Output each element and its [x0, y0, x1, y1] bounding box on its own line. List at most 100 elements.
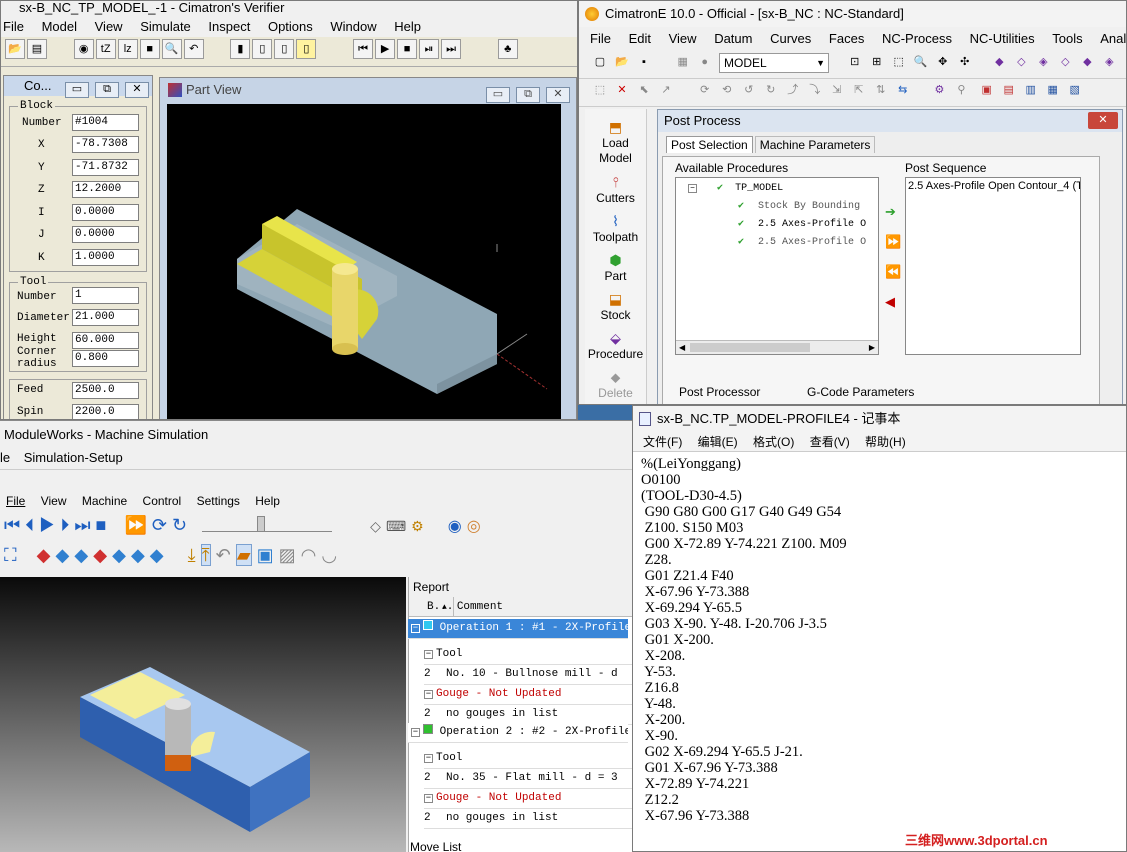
fit-view-icon[interactable]: ⛶: [4, 545, 17, 565]
load-model-button[interactable]: ⬒ Load Model: [585, 119, 646, 166]
tz-icon[interactable]: tZ: [95, 39, 116, 59]
add-all-arrow-icon[interactable]: ⏩: [885, 227, 901, 257]
stop-icon[interactable]: ■: [397, 39, 418, 59]
cimatron-menu-analyze[interactable]: Analyze: [1100, 31, 1126, 46]
report-row-gouge-value[interactable]: 2 no gouges in list: [424, 705, 632, 725]
face-tool-9-icon[interactable]: ⇅: [871, 81, 891, 101]
report-row-gouge[interactable]: − Gouge - Not Updated: [424, 685, 632, 705]
post-process-close-button[interactable]: ✕: [1088, 112, 1118, 129]
face-tool-2-icon[interactable]: ⟲: [717, 81, 737, 101]
speed-slider[interactable]: [202, 516, 333, 533]
go-end-icon[interactable]: ⏭: [74, 515, 90, 535]
cube-right-icon[interactable]: ◆: [150, 545, 164, 565]
settings-icon[interactable]: ⚙: [411, 518, 424, 534]
tree-item[interactable]: ✔ 2.5 Axes-Profile O: [738, 218, 866, 230]
collapse-icon[interactable]: −: [411, 728, 420, 737]
select-icon[interactable]: ⬚: [590, 81, 610, 101]
face-tool-10-icon[interactable]: ⇆: [893, 81, 913, 101]
menu-simulation-setup[interactable]: Simulation-Setup: [24, 450, 123, 465]
procedures-tree[interactable]: − ✔ TP_MODEL ✔ Stock By Bounding ✔ 2.5 A…: [675, 177, 879, 355]
part-view-close-button[interactable]: ✕: [546, 87, 570, 103]
minimize-button[interactable]: ▭: [65, 82, 89, 98]
y-field[interactable]: -71.8732: [72, 159, 139, 176]
verifier-menu-help[interactable]: Help: [394, 19, 421, 34]
delete-button[interactable]: ⬥ Delete: [585, 369, 646, 400]
j-field[interactable]: 0.0000: [72, 226, 139, 243]
col-b-header[interactable]: B...: [409, 597, 454, 617]
view-iso-icon[interactable]: ◆: [989, 53, 1009, 73]
verifier-menu-simulate[interactable]: Simulate: [140, 19, 191, 34]
mw-menu-file[interactable]: File: [6, 494, 25, 508]
cimatron-menu-datum[interactable]: Datum: [714, 31, 752, 46]
height-field[interactable]: 60.000: [72, 332, 139, 349]
zoom-box-icon[interactable]: ⬚: [889, 53, 909, 73]
sort-up-icon[interactable]: ▲: [442, 603, 447, 612]
face-tool-4-icon[interactable]: ↻: [761, 81, 781, 101]
verifier-titlebar[interactable]: sx-B_NC_TP_MODEL_-1 - Cimatron's Verifie…: [1, 1, 577, 17]
cimatron-titlebar[interactable]: CimatronE 10.0 - Official - [sx-B_NC : N…: [579, 1, 1126, 27]
report-row-tool[interactable]: − Tool: [424, 645, 632, 665]
stock-view-icon[interactable]: ◎: [467, 518, 481, 535]
verifier-menu-file[interactable]: File: [3, 19, 24, 34]
magnify-icon[interactable]: 🔍: [911, 53, 931, 73]
sequence-item[interactable]: 2.5 Axes-Profile Open Contour_4 (TP: [906, 178, 1080, 194]
new-icon[interactable]: ▢: [590, 53, 610, 73]
face-tool-8-icon[interactable]: ⇱: [849, 81, 869, 101]
i-field[interactable]: 0.0000: [72, 204, 139, 221]
number-field[interactable]: #1004: [72, 114, 139, 131]
verifier-menu-inspect[interactable]: Inspect: [208, 19, 250, 34]
tool-select-icon[interactable]: ⤒: [200, 544, 211, 566]
fast-icon[interactable]: ⏩: [124, 515, 146, 535]
cimatron-menu-edit[interactable]: Edit: [629, 31, 651, 46]
collapse-icon[interactable]: −: [411, 624, 420, 633]
scroll-left-icon[interactable]: ◀: [679, 343, 685, 352]
undo-icon[interactable]: ↶: [216, 545, 231, 565]
corner-field[interactable]: 0.800: [72, 350, 139, 367]
zoom-all-icon[interactable]: ⊡: [845, 53, 865, 73]
tool-number-field[interactable]: 1: [72, 287, 139, 304]
report-row-op1[interactable]: − Operation 1 : #1 - 2X-Profile_3: [408, 619, 628, 639]
cimatron-menu-faces[interactable]: Faces: [829, 31, 864, 46]
cube-red-icon[interactable]: ◆: [37, 545, 51, 565]
mw-stop-icon[interactable]: ■: [96, 515, 107, 535]
shape2-icon[interactable]: ◡: [321, 545, 337, 565]
cube-front-icon[interactable]: ◆: [74, 545, 88, 565]
cylinder-icon[interactable]: ▯: [252, 39, 273, 59]
zoom-window-icon[interactable]: ⊞: [867, 53, 887, 73]
moduleworks-titlebar[interactable]: ModuleWorks - Machine Simulation: [0, 420, 632, 448]
tree-item[interactable]: ✔ 2.5 Axes-Profile O: [738, 236, 866, 248]
mw-menu-view[interactable]: View: [41, 494, 67, 508]
verifier-menu-model[interactable]: Model: [42, 19, 77, 34]
cimatron-menu-tools[interactable]: Tools: [1052, 31, 1082, 46]
tool-holder-icon[interactable]: ▮: [230, 39, 251, 59]
nc-tool-6-icon[interactable]: ▦: [1043, 81, 1063, 101]
part-view-restore-button[interactable]: ⧉: [516, 87, 540, 103]
machine-display-icon[interactable]: ▨: [279, 545, 296, 565]
rewind-icon[interactable]: ⏮: [353, 39, 374, 59]
face-tool-7-icon[interactable]: ⇲: [827, 81, 847, 101]
part-view-canvas[interactable]: [167, 104, 561, 419]
k-field[interactable]: 1.0000: [72, 249, 139, 266]
face-tool-5-icon[interactable]: ⤴: [783, 81, 803, 101]
z-field[interactable]: 12.2000: [72, 181, 139, 198]
nc-tool-3-icon[interactable]: ▣: [977, 81, 997, 101]
rotate-icon[interactable]: ✣: [955, 53, 975, 73]
nc-tool-2-icon[interactable]: ⚲: [951, 81, 971, 101]
nc-tool-1-icon[interactable]: ⚙: [929, 81, 949, 101]
notepad-menu-format[interactable]: 格式(O): [753, 435, 794, 449]
view-right-icon[interactable]: ◇: [1055, 53, 1075, 73]
report-row-tool-value[interactable]: 2 No. 35 - Flat mill - d = 3: [424, 769, 632, 789]
cimatron-menu-file[interactable]: File: [590, 31, 611, 46]
loop-icon[interactable]: ↻: [172, 515, 187, 535]
mw-menu-machine[interactable]: Machine: [82, 494, 127, 508]
face-tool-1-icon[interactable]: ⟳: [695, 81, 715, 101]
notepad-menu-edit[interactable]: 编辑(E): [698, 435, 738, 449]
tree-root[interactable]: − ✔ TP_MODEL: [688, 182, 783, 194]
toolpath-button[interactable]: ⌇ Toolpath: [585, 213, 646, 244]
report-row-gouge-value[interactable]: 2 no gouges in list: [424, 809, 632, 829]
report-row-tool[interactable]: − Tool: [424, 749, 632, 769]
coord-panel-titlebar[interactable]: Co... ▭ ⧉ ✕: [4, 76, 152, 98]
camera-icon[interactable]: ◉: [73, 39, 94, 59]
delete-x-icon[interactable]: ✕: [612, 81, 632, 101]
save-icon[interactable]: ▪: [634, 53, 654, 73]
